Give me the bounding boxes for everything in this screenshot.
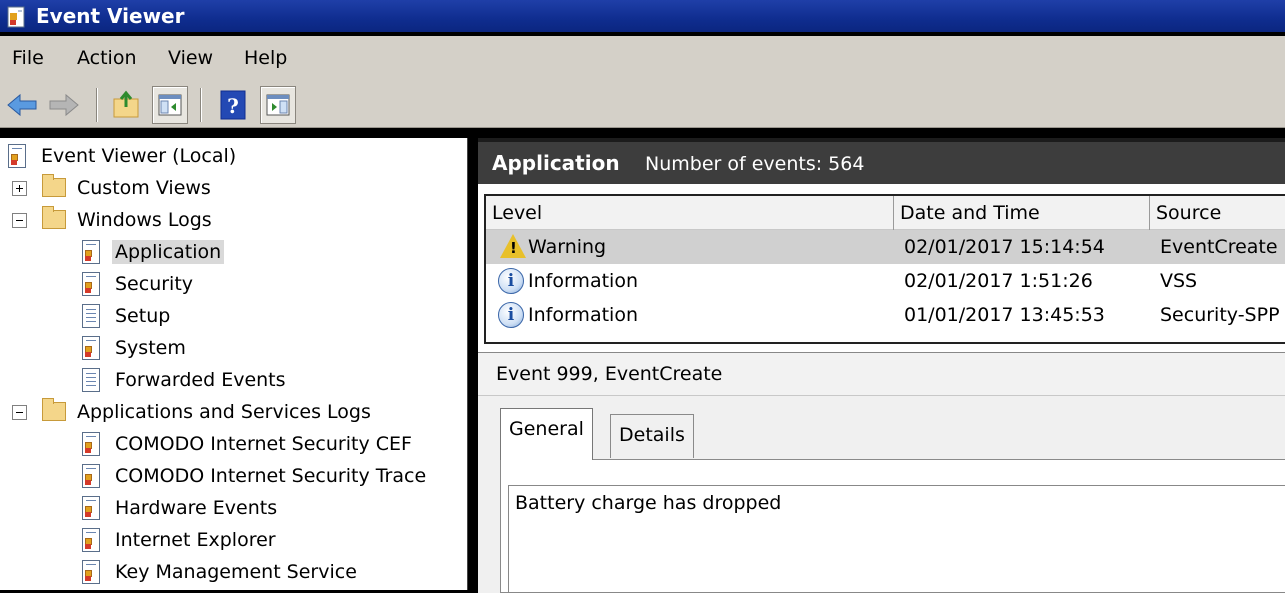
menu-file[interactable]: File bbox=[12, 46, 44, 70]
tree-label: COMODO Internet Security CEF bbox=[115, 433, 412, 455]
cell-date: 02/01/2017 1:51:26 bbox=[904, 270, 1093, 292]
table-row[interactable]: Warning 02/01/2017 15:14:54 EventCreate bbox=[486, 230, 1285, 264]
cell-date: 01/01/2017 13:45:53 bbox=[904, 304, 1105, 326]
log-header: Application Number of events: 564 bbox=[478, 138, 1285, 184]
toolbar-separator bbox=[200, 88, 202, 122]
cell-source: EventCreate bbox=[1160, 236, 1278, 258]
column-header-level[interactable]: Level bbox=[486, 196, 894, 230]
tree-label: COMODO Internet Security Trace bbox=[115, 465, 427, 487]
show-hide-action-pane-icon bbox=[266, 94, 290, 116]
forward-arrow-icon[interactable] bbox=[46, 89, 82, 121]
column-header-source[interactable]: Source bbox=[1150, 196, 1285, 230]
menu-bar: File Action View Help bbox=[0, 36, 1285, 80]
cell-level: Warning bbox=[528, 236, 607, 258]
grid-header: Level Date and Time Source bbox=[486, 196, 1285, 230]
tree-item-apps-services-logs[interactable]: Applications and Services Logs bbox=[42, 397, 374, 427]
tree-item-internet-explorer[interactable]: Internet Explorer bbox=[80, 525, 279, 555]
tree-item-windows-logs[interactable]: Windows Logs bbox=[42, 205, 215, 235]
log-icon bbox=[80, 303, 104, 329]
event-count: Number of events: 564 bbox=[645, 153, 865, 175]
log-icon bbox=[80, 335, 104, 361]
tree-item-security[interactable]: Security bbox=[80, 269, 196, 299]
event-viewer-icon bbox=[7, 6, 25, 28]
event-description-text: Battery charge has dropped bbox=[515, 492, 782, 514]
show-hide-tree-button[interactable] bbox=[152, 86, 188, 124]
tree-label: Hardware Events bbox=[115, 497, 278, 519]
menu-view[interactable]: View bbox=[168, 46, 213, 70]
svg-text:?: ? bbox=[227, 94, 239, 118]
up-folder-icon[interactable] bbox=[110, 89, 144, 121]
tree-item-forwarded-events[interactable]: Forwarded Events bbox=[80, 365, 289, 395]
tree-label: Forwarded Events bbox=[115, 369, 286, 391]
log-icon bbox=[80, 495, 104, 521]
show-hide-action-pane-button[interactable] bbox=[260, 86, 296, 124]
tree-item-comodo-trace[interactable]: COMODO Internet Security Trace bbox=[80, 461, 429, 491]
tree-label: Application bbox=[112, 240, 225, 264]
tab-details[interactable]: Details bbox=[610, 414, 694, 458]
event-detail-header: Event 999, EventCreate bbox=[478, 352, 1285, 396]
cell-source: Security-SPP bbox=[1160, 304, 1280, 326]
toolbar: ? bbox=[0, 80, 1285, 128]
tree-label: System bbox=[115, 337, 186, 359]
table-row[interactable]: i Information 02/01/2017 1:51:26 VSS bbox=[486, 264, 1285, 298]
tree-item-application[interactable]: Application bbox=[80, 237, 225, 267]
tree-item-system[interactable]: System bbox=[80, 333, 189, 363]
events-grid: Level Date and Time Source Warning 02/01… bbox=[484, 194, 1285, 344]
help-icon[interactable]: ? bbox=[219, 89, 249, 121]
expand-plus-icon[interactable] bbox=[12, 181, 27, 196]
log-name: Application bbox=[492, 151, 620, 175]
back-arrow-icon[interactable] bbox=[4, 89, 40, 121]
cell-source: VSS bbox=[1160, 270, 1198, 292]
log-icon bbox=[80, 367, 104, 393]
log-icon bbox=[80, 527, 104, 553]
warning-icon bbox=[500, 234, 526, 258]
toolbar-separator bbox=[96, 88, 98, 122]
folder-icon bbox=[42, 398, 66, 425]
log-icon bbox=[80, 239, 104, 265]
tree-label: Applications and Services Logs bbox=[77, 401, 371, 423]
content-pane: Application Number of events: 564 Level … bbox=[478, 138, 1285, 593]
cell-level: Information bbox=[528, 270, 638, 292]
information-icon: i bbox=[498, 268, 524, 294]
tree-label: Windows Logs bbox=[77, 209, 212, 231]
tree-item-setup[interactable]: Setup bbox=[80, 301, 173, 331]
collapse-minus-icon[interactable] bbox=[12, 405, 27, 420]
menu-help[interactable]: Help bbox=[244, 46, 287, 70]
tree-label: Setup bbox=[115, 305, 171, 327]
folder-windows-icon bbox=[42, 206, 66, 233]
event-detail-title: Event 999, EventCreate bbox=[496, 363, 723, 385]
tree-label: Custom Views bbox=[77, 177, 211, 199]
log-icon bbox=[80, 431, 104, 457]
tab-general[interactable]: General bbox=[500, 408, 593, 460]
log-icon bbox=[80, 271, 104, 297]
tree-label: Event Viewer (Local) bbox=[41, 145, 237, 167]
information-icon: i bbox=[498, 302, 524, 328]
log-icon bbox=[80, 559, 104, 585]
event-detail-tabs: General Details Battery charge has dropp… bbox=[478, 396, 1285, 593]
event-viewer-icon bbox=[6, 143, 30, 169]
menu-action[interactable]: Action bbox=[77, 46, 137, 70]
navigation-tree: Event Viewer (Local) Custom Views Window… bbox=[0, 138, 468, 590]
tree-item-custom-views[interactable]: Custom Views bbox=[42, 173, 214, 203]
table-row[interactable]: i Information 01/01/2017 13:45:53 Securi… bbox=[486, 298, 1285, 332]
cell-date: 02/01/2017 15:14:54 bbox=[904, 236, 1105, 258]
log-icon bbox=[80, 463, 104, 489]
event-description[interactable]: Battery charge has dropped bbox=[508, 485, 1285, 593]
tree-item-hardware-events[interactable]: Hardware Events bbox=[80, 493, 280, 523]
tree-item-comodo-cef[interactable]: COMODO Internet Security CEF bbox=[80, 429, 415, 459]
tree-item-root[interactable]: Event Viewer (Local) bbox=[6, 141, 239, 171]
cell-level: Information bbox=[528, 304, 638, 326]
show-hide-tree-icon bbox=[158, 94, 182, 116]
collapse-minus-icon[interactable] bbox=[12, 213, 27, 228]
folder-filter-icon bbox=[42, 174, 66, 201]
tree-label: Security bbox=[115, 273, 194, 295]
title-bar: Event Viewer bbox=[0, 0, 1285, 34]
column-header-date[interactable]: Date and Time bbox=[894, 196, 1150, 230]
tree-label: Internet Explorer bbox=[115, 529, 276, 551]
tree-item-key-management[interactable]: Key Management Service bbox=[80, 557, 360, 587]
window-title: Event Viewer bbox=[36, 4, 185, 28]
tree-label: Key Management Service bbox=[115, 561, 357, 583]
